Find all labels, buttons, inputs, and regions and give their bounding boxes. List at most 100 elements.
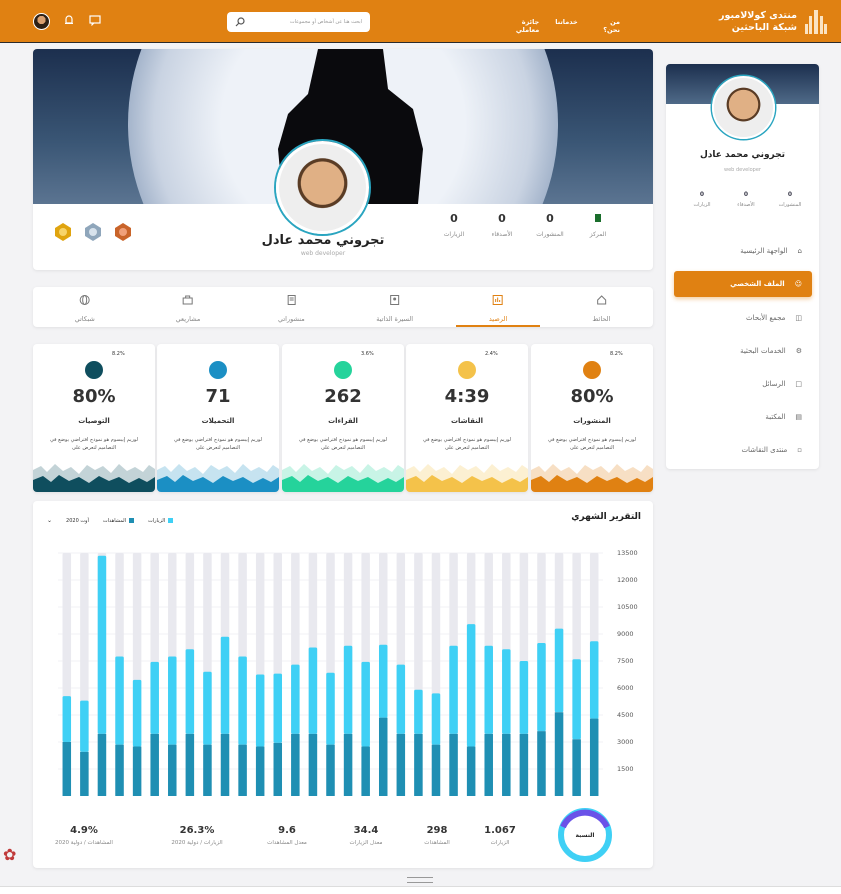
bar-views[interactable]	[361, 661, 370, 747]
tab-my-posts[interactable]: منشوراتي	[240, 287, 343, 327]
bar-visits[interactable]	[132, 746, 142, 797]
bell-icon[interactable]	[63, 14, 75, 26]
bar-visits[interactable]	[291, 733, 300, 796]
bar-visits[interactable]	[238, 744, 247, 796]
bar-visits[interactable]	[115, 744, 124, 796]
bar-views[interactable]	[572, 659, 581, 740]
bar-views[interactable]	[255, 674, 265, 747]
bar-visits[interactable]	[502, 733, 511, 796]
bar-visits[interactable]	[449, 733, 458, 796]
bar-visits[interactable]	[572, 739, 581, 796]
bar-views[interactable]	[414, 689, 423, 734]
sidebar-item-home[interactable]: الواجهة الرئيسية ⌂	[674, 234, 812, 267]
bar-visits[interactable]	[431, 744, 441, 796]
tab-label: السيرة الذاتية	[376, 315, 414, 323]
bar-visits[interactable]	[150, 733, 159, 796]
bar-visits[interactable]	[168, 744, 177, 796]
bar-views[interactable]	[220, 636, 230, 734]
bar-views[interactable]	[203, 671, 212, 745]
bar-visits[interactable]	[343, 733, 353, 796]
stat-card[interactable]: 3.6% 262 القراءات لوريم إيبسوم هو نموذج افت…	[282, 344, 404, 492]
bar-views[interactable]	[308, 647, 318, 734]
drag-handle[interactable]	[407, 877, 433, 883]
bar-views[interactable]	[502, 649, 511, 734]
bar-visits[interactable]	[361, 746, 370, 797]
bar-visits[interactable]	[484, 733, 493, 796]
bar-views[interactable]	[378, 644, 388, 718]
bar-views[interactable]	[554, 628, 564, 713]
bar-visits[interactable]	[220, 733, 230, 796]
bar-views[interactable]	[115, 656, 124, 745]
bar-views[interactable]	[343, 645, 353, 734]
wave-graphic	[406, 464, 528, 492]
bar-visits[interactable]	[308, 733, 318, 796]
bar-visits[interactable]	[62, 742, 72, 796]
stat-card[interactable]: 8.2% 80% المنشورات لوريم إيبسوم هو نموذج اف…	[531, 344, 653, 492]
bar-views[interactable]	[62, 696, 72, 742]
bar-visits[interactable]	[185, 733, 195, 796]
flower-icon[interactable]: ✿	[3, 845, 16, 864]
bar-views[interactable]	[466, 624, 476, 747]
bar-views[interactable]	[484, 645, 493, 734]
bar-views[interactable]	[132, 679, 142, 747]
bar-visits[interactable]	[537, 731, 546, 796]
bar-visits[interactable]	[255, 746, 265, 797]
bar-views[interactable]	[431, 693, 441, 745]
nav-award[interactable]: جائزة معاملي	[500, 18, 539, 34]
search-input[interactable]: ابحث هنا عن أشخاص أو مجموعات	[227, 12, 370, 32]
stat-value: 0	[743, 191, 749, 198]
tab-cv[interactable]: السيرة الذاتية	[343, 287, 446, 327]
stat-label: الأصدقاء	[491, 231, 513, 238]
bar-views[interactable]	[273, 673, 283, 743]
stat-card[interactable]: 8.2% 80% التوصيات لوريم إيبسوم هو نموذج افت…	[33, 344, 155, 492]
bar-visits[interactable]	[396, 733, 406, 796]
bar-views[interactable]	[449, 645, 458, 734]
bar-views[interactable]	[326, 672, 335, 745]
nav-services[interactable]: خدماتنا	[555, 18, 577, 34]
sidebar-item-services[interactable]: الخدمات البحثية ⚙	[674, 334, 812, 367]
bar-views[interactable]	[519, 661, 529, 734]
bar-visits[interactable]	[97, 733, 107, 796]
period-select[interactable]: أوت 2020	[66, 518, 89, 524]
bar-visits[interactable]	[326, 744, 335, 796]
sidebar-item-library[interactable]: المكتبة ▤	[674, 400, 812, 433]
sidebar-item-forum[interactable]: منتدى النقاشات ▫	[674, 433, 812, 466]
bar-visits[interactable]	[554, 712, 564, 796]
nav-about[interactable]: من نحن؟	[594, 18, 620, 34]
bar-views[interactable]	[537, 643, 546, 732]
bar-views[interactable]	[150, 661, 159, 734]
horizontal-scrollbar[interactable]	[0, 886, 841, 894]
tab-projects[interactable]: مشاريعي	[136, 287, 239, 327]
sidebar-item-research[interactable]: مجمع الأبحاث ◫	[674, 301, 812, 334]
stat-percent: 8.2%	[112, 351, 125, 357]
bar-views[interactable]	[589, 641, 599, 719]
stat-card[interactable]: 2.4% 4:39 النقاشات لوريم إيبسوم هو نموذج اف…	[406, 344, 528, 492]
bar-visits[interactable]	[589, 718, 599, 796]
sidebar-item-profile[interactable]: الملف الشخصي ☺	[674, 271, 812, 297]
chevron-down-icon[interactable]: ⌄	[47, 517, 52, 524]
bar-visits[interactable]	[378, 717, 388, 796]
bar-visits[interactable]	[80, 751, 89, 796]
bar-visits[interactable]	[414, 733, 423, 796]
bar-visits[interactable]	[203, 744, 212, 796]
summary-stat: 26.3% الزيارات / دولية 2020	[162, 825, 232, 846]
ratio-donut: النسبة	[558, 808, 612, 862]
tab-wall[interactable]: الحائط	[550, 287, 653, 327]
brand[interactable]: منتدى كولالامبور شبكة الباحثين	[719, 8, 829, 36]
sidebar-item-messages[interactable]: الرسائل □	[674, 367, 812, 400]
bar-visits[interactable]	[519, 733, 529, 796]
bar-views[interactable]	[97, 555, 107, 734]
bar-visits[interactable]	[466, 746, 476, 797]
messages-icon[interactable]	[89, 14, 101, 26]
bar-visits[interactable]	[273, 742, 283, 796]
bar-views[interactable]	[168, 656, 177, 745]
user-avatar[interactable]	[33, 13, 50, 30]
tab-networks[interactable]: شبكاتي	[33, 287, 136, 327]
bar-views[interactable]	[238, 656, 247, 745]
bar-views[interactable]	[80, 700, 89, 752]
bar-views[interactable]	[185, 649, 195, 734]
tab-balance[interactable]: الرصيد	[446, 287, 549, 327]
bar-views[interactable]	[396, 664, 406, 734]
stat-card[interactable]: 71 التحميلات لوريم إيبسوم هو نموذج افتراضي…	[157, 344, 279, 492]
bar-views[interactable]	[291, 664, 300, 734]
